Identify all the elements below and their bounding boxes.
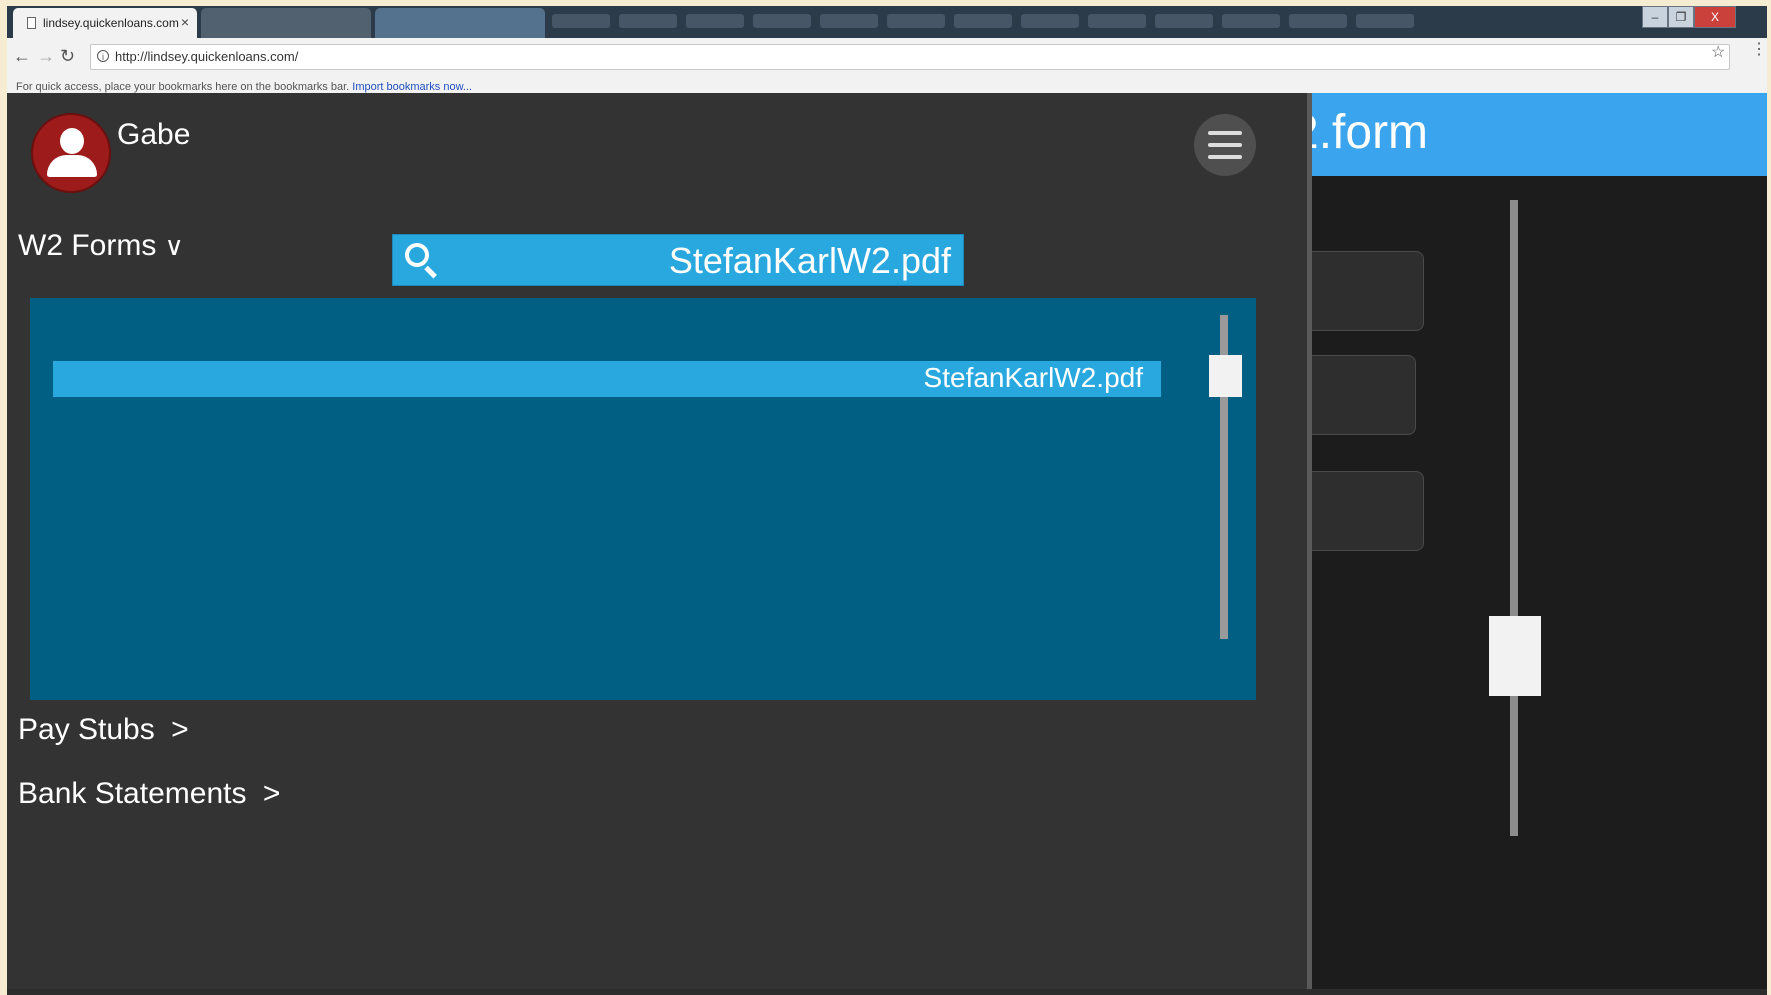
reload-icon[interactable]: ↻ [60, 46, 75, 66]
section-label: Pay Stubs [18, 713, 155, 746]
window-restore-button[interactable]: ❐ [1668, 6, 1694, 28]
app-main: Gabe W2 Forms ∨ StefanKarlW2.pdf StefanK… [7, 93, 1307, 989]
hamburger-menu-icon[interactable] [1194, 114, 1256, 176]
blurred-tab-item[interactable] [1222, 14, 1280, 28]
section-pay-stubs[interactable]: Pay Stubs > [18, 713, 189, 747]
section-label: W2 Forms [18, 229, 157, 262]
blurred-tab-item[interactable] [820, 14, 878, 28]
avatar-body [47, 155, 97, 177]
blurred-tab-item[interactable] [1088, 14, 1146, 28]
hamburger-line [1208, 131, 1242, 135]
blurred-tab-item[interactable] [887, 14, 945, 28]
section-label: Bank Statements [18, 777, 247, 810]
preview-card[interactable] [1312, 355, 1416, 435]
user-name: Gabe [117, 118, 191, 151]
blurred-tab-item[interactable] [753, 14, 811, 28]
blurred-tab-item[interactable] [1356, 14, 1414, 28]
preview-scroll-thumb[interactable] [1489, 616, 1541, 696]
avatar-head [60, 128, 84, 154]
user-avatar-icon[interactable] [31, 113, 111, 193]
chevron-down-icon: ∨ [164, 231, 184, 261]
browser-menu-icon[interactable]: ⋮ [1751, 42, 1767, 58]
preview-title: 2.form [1312, 106, 1429, 159]
forward-icon[interactable]: → [37, 46, 55, 66]
section-bank-statements[interactable]: Bank Statements > [18, 777, 280, 811]
page-icon [27, 17, 36, 29]
info-icon[interactable]: i [97, 50, 109, 62]
preview-pane: 2.form [1312, 93, 1767, 989]
search-bar[interactable]: StefanKarlW2.pdf [392, 234, 964, 286]
preview-card[interactable] [1312, 251, 1424, 331]
back-icon[interactable]: ← [13, 46, 31, 66]
blurred-tab-item[interactable] [686, 14, 744, 28]
bookmarks-hint-text: For quick access, place your bookmarks h… [16, 81, 350, 93]
search-icon-handle [424, 265, 437, 279]
window-close-button[interactable]: X [1694, 6, 1736, 28]
section-w2-forms[interactable]: W2 Forms ∨ [18, 229, 184, 263]
preview-card[interactable] [1312, 471, 1424, 551]
tab-background-2[interactable] [375, 8, 545, 38]
result-item[interactable]: StefanKarlW2.pdf [53, 361, 1161, 397]
blurred-tab-item[interactable] [1155, 14, 1213, 28]
chevron-right-icon: > [171, 713, 189, 746]
result-filename: StefanKarlW2.pdf [923, 362, 1143, 393]
bookmark-star-icon[interactable]: ☆ [1711, 42, 1725, 62]
blurred-tab-item[interactable] [619, 14, 677, 28]
blurred-tab-item[interactable] [1289, 14, 1347, 28]
chevron-right-icon: > [262, 777, 281, 810]
preview-scrollbar[interactable] [1510, 200, 1518, 836]
hamburger-line [1208, 143, 1242, 147]
tab-strip: lindsey.quickenloans.com × – ❐ X [7, 6, 1767, 38]
browser-toolbar: ← → ↻ i http://lindsey.quickenloans.com/… [7, 38, 1767, 76]
import-bookmarks-link[interactable]: Import bookmarks now... [352, 81, 472, 93]
search-input[interactable]: StefanKarlW2.pdf [669, 240, 951, 282]
bookmarks-hint: For quick access, place your bookmarks h… [16, 81, 472, 93]
hamburger-line [1208, 155, 1242, 159]
address-bar[interactable]: i http://lindsey.quickenloans.com/ [90, 44, 1730, 70]
results-panel: StefanKarlW2.pdf [30, 298, 1256, 700]
tab-active[interactable]: lindsey.quickenloans.com × [13, 8, 197, 38]
tab-close-icon[interactable]: × [181, 14, 189, 30]
blurred-tab-item[interactable] [1021, 14, 1079, 28]
url-text[interactable]: http://lindsey.quickenloans.com/ [115, 49, 298, 64]
search-icon [405, 243, 429, 267]
results-scroll-thumb[interactable] [1209, 355, 1242, 397]
preview-header: 2.form [1312, 93, 1767, 176]
tab-background-1[interactable] [201, 8, 371, 38]
blurred-tab-item[interactable] [552, 14, 610, 28]
blurred-tab-item[interactable] [954, 14, 1012, 28]
tab-title: lindsey.quickenloans.com [43, 16, 179, 30]
window-minimize-button[interactable]: – [1642, 6, 1668, 28]
